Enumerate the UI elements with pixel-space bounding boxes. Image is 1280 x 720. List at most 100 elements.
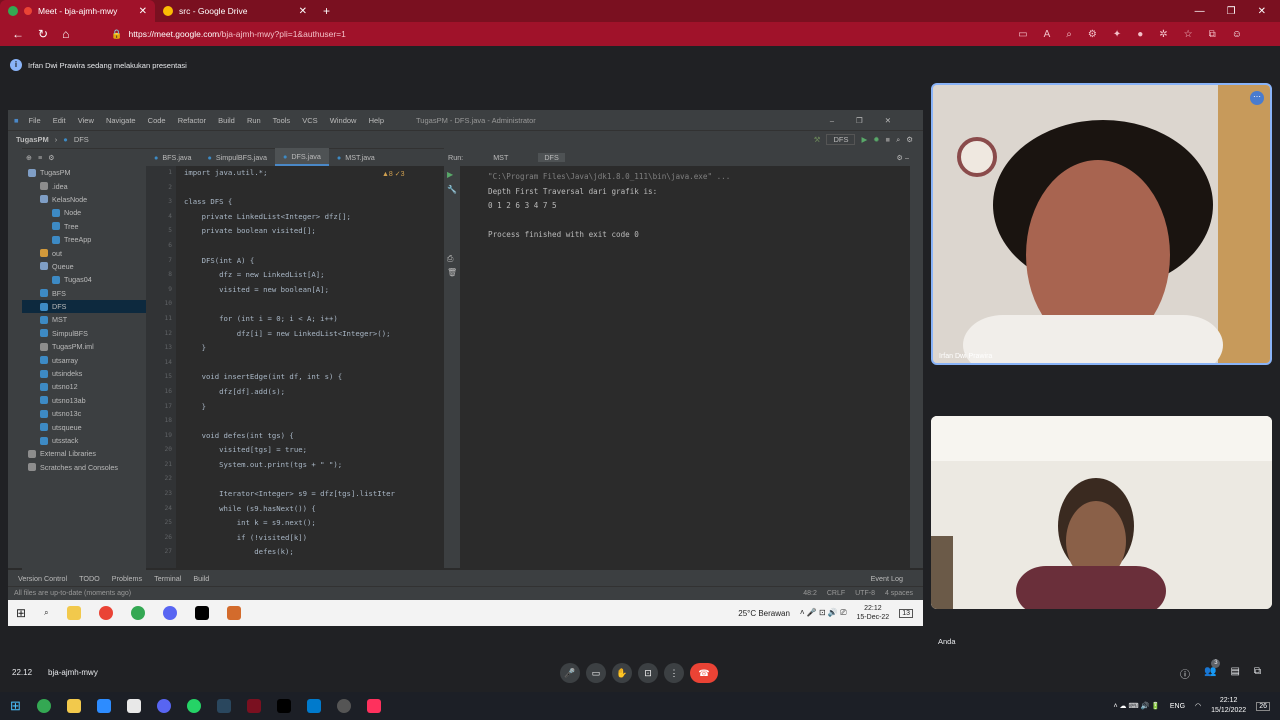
read-aloud-icon[interactable]: A	[1044, 29, 1051, 40]
project-tree-item[interactable]: utsno13c	[22, 407, 146, 420]
menu-build[interactable]: Build	[218, 116, 235, 125]
settings-icon[interactable]: ⚙	[906, 135, 923, 144]
project-tree-item[interactable]: DFS	[22, 299, 146, 314]
browser-tab-drive[interactable]: src - Google Drive ✕	[155, 0, 315, 22]
store-icon[interactable]	[126, 699, 141, 713]
participant-tile-self[interactable]	[931, 416, 1272, 609]
project-tree-item[interactable]: Node	[22, 206, 146, 219]
more-options-icon[interactable]: ⋮	[664, 663, 684, 683]
file-explorer-icon[interactable]	[66, 699, 81, 713]
project-tree-item[interactable]: TugasPM.iml	[22, 340, 146, 353]
browser-tab-meet[interactable]: Meet - bja-ajmh-mwy ✕	[0, 0, 155, 22]
search-everywhere-icon[interactable]: ⌕	[896, 135, 900, 145]
breadcrumb-project[interactable]: TugasPM	[16, 135, 49, 144]
right-tool-strip[interactable]	[910, 148, 923, 568]
collapse-icon[interactable]: ≡	[38, 153, 42, 162]
editor-tab-dfs[interactable]: ● DFS.java	[275, 148, 329, 166]
extension-icon-2[interactable]: ✦	[1113, 29, 1121, 40]
hang-up-button[interactable]: ☎	[690, 663, 718, 683]
menu-view[interactable]: View	[78, 116, 94, 125]
steam-icon[interactable]	[216, 699, 231, 713]
tool-version-control[interactable]: Version Control	[18, 574, 67, 583]
project-settings-icon[interactable]: ⚙	[48, 153, 54, 162]
menu-refactor[interactable]: Refactor	[178, 116, 206, 125]
participant-tile-presenter[interactable]: Irfan Dwi Prawira ⋯	[931, 83, 1272, 365]
event-log[interactable]: Event Log	[871, 574, 923, 583]
discord-icon[interactable]	[156, 699, 171, 713]
caret-position[interactable]: 48:2	[803, 590, 817, 597]
minimize-icon[interactable]: —	[1195, 6, 1205, 17]
expand-all-icon[interactable]: ⊕	[26, 153, 32, 162]
project-tree-item[interactable]: Scratches and Consoles	[22, 461, 146, 474]
camera-icon[interactable]: ▭	[1018, 29, 1027, 40]
run-icon[interactable]: ▶	[861, 135, 867, 144]
project-tree-item[interactable]: utsno13ab	[22, 394, 146, 407]
code-editor[interactable]: import java.util.*; class DFS { private L…	[176, 166, 444, 568]
project-tree-item[interactable]: SimpulBFS	[22, 327, 146, 340]
menu-help[interactable]: Help	[369, 116, 384, 125]
close-tab-icon[interactable]: ✕	[299, 6, 307, 17]
tray-icons[interactable]: ˄ ☁ ⌨ 🔊 🔋	[1113, 702, 1159, 710]
favorites-icon[interactable]: ☆	[1184, 29, 1193, 40]
people-icon[interactable]: 👥 3	[1204, 659, 1221, 681]
tool-build[interactable]: Build	[193, 574, 209, 583]
menu-navigate[interactable]: Navigate	[106, 116, 136, 125]
chat-icon[interactable]: ▤	[1230, 666, 1239, 681]
menu-vcs[interactable]: VCS	[302, 116, 317, 125]
tool-terminal[interactable]: Terminal	[154, 574, 181, 583]
maximize-icon[interactable]: ❐	[1227, 6, 1236, 17]
whatsapp-icon[interactable]	[186, 699, 201, 713]
console-output[interactable]: "C:\Program Files\Java\jdk1.8.0_111\bin\…	[460, 166, 910, 568]
menu-run[interactable]: Run	[247, 116, 261, 125]
meeting-code[interactable]: bja-ajmh-mwy	[48, 668, 98, 677]
new-tab-icon[interactable]: +	[323, 4, 330, 18]
debug-icon[interactable]: ✹	[873, 135, 879, 144]
close-window-icon[interactable]: ✕	[1258, 6, 1266, 17]
run-tab-mst[interactable]: MST	[493, 153, 508, 162]
windows-start-icon[interactable]: ⊞	[10, 698, 21, 714]
puzzle-icon[interactable]: ✲	[1159, 29, 1167, 40]
project-tree-item[interactable]: TugasPM	[22, 166, 146, 179]
collections-icon[interactable]: ⧉	[1209, 29, 1216, 40]
run-tab-dfs[interactable]: DFS	[538, 152, 565, 162]
inspection-warnings[interactable]: ▲8 ✓3	[382, 170, 405, 178]
rerun-icon[interactable]: ▶	[447, 170, 460, 179]
wifi-icon[interactable]: ◠	[1195, 702, 1201, 710]
stop-icon[interactable]: ■	[886, 135, 891, 144]
github-icon[interactable]	[336, 699, 351, 713]
back-icon[interactable]: ←	[12, 27, 24, 41]
print-icon[interactable]: ⎙	[447, 254, 460, 264]
zoom-app-icon[interactable]	[96, 699, 111, 713]
project-tree-item[interactable]: Tree	[22, 220, 146, 233]
editor-tab-simpulbfs[interactable]: ● SimpulBFS.java	[200, 148, 275, 166]
project-tree-item[interactable]: BFS	[22, 287, 146, 300]
project-tree-item[interactable]: Tugas04	[22, 273, 146, 286]
activities-icon[interactable]: ⧉	[1254, 666, 1261, 681]
project-tree-item[interactable]: utsno12	[22, 380, 146, 393]
menu-window[interactable]: Window	[330, 116, 357, 125]
home-icon[interactable]: ⌂	[62, 27, 69, 41]
info-icon[interactable]: ⓘ	[1180, 666, 1190, 681]
editor-tab-bfs[interactable]: ● BFS.java	[146, 148, 200, 166]
microphone-icon[interactable]: 🎤	[560, 663, 580, 683]
notification-badge[interactable]: 26	[1256, 701, 1270, 711]
project-tree-item[interactable]: utsstack	[22, 434, 146, 447]
project-tree-item[interactable]: External Libraries	[22, 447, 146, 460]
vivaldi-icon[interactable]	[246, 699, 261, 713]
camera-icon[interactable]: ▭	[586, 663, 606, 683]
indent-setting[interactable]: 4 spaces	[885, 590, 913, 597]
close-tab-icon[interactable]: ✕	[139, 6, 147, 17]
run-config-select[interactable]: DFS	[826, 134, 856, 145]
project-tree-item[interactable]: utsindeks	[22, 367, 146, 380]
project-tree-item[interactable]: .idea	[22, 179, 146, 192]
project-tree-item[interactable]: KelasNode	[22, 193, 146, 206]
raise-hand-icon[interactable]: ✋	[612, 663, 632, 683]
project-tool-strip[interactable]	[8, 148, 22, 568]
menu-tools[interactable]: Tools	[273, 116, 291, 125]
intellij-icon[interactable]	[366, 699, 381, 713]
breadcrumb-file[interactable]: DFS	[74, 135, 89, 144]
ide-window-controls[interactable]: –❐✕	[830, 116, 923, 125]
clock[interactable]: 22:12 15/12/2022	[1211, 696, 1246, 716]
zoom-icon[interactable]: ⌕	[1066, 29, 1072, 40]
project-tree-item[interactable]: utsqueue	[22, 420, 146, 433]
